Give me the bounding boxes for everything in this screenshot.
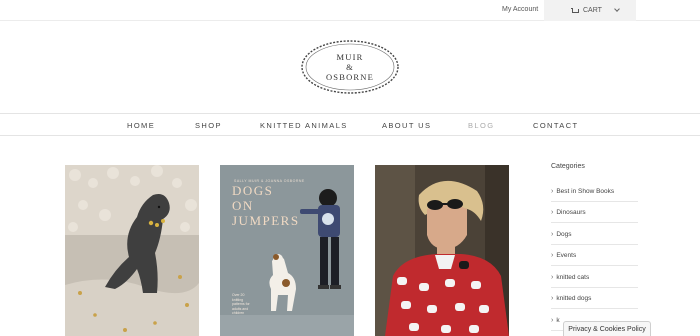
category-item[interactable]: › Best in Show Books: [551, 180, 638, 202]
dog-photo: [65, 165, 199, 336]
blog-post-image-jumper[interactable]: [375, 165, 509, 336]
nav-home[interactable]: HOME: [127, 121, 155, 130]
book-title-line-3: JUMPERS: [232, 213, 300, 228]
category-label: Events: [556, 252, 577, 260]
book-title-line-1: DOGS: [232, 183, 274, 198]
category-item[interactable]: › knitted cats: [551, 266, 638, 288]
categories-sidebar: Categories › Best in Show Books › Dinosaur…: [551, 163, 638, 331]
chevron-right-icon: ›: [551, 230, 554, 238]
cart-label: CART: [583, 7, 602, 14]
logo-text: MUIR & OSBORNE: [299, 52, 401, 82]
logo-line-1: MUIR: [336, 52, 364, 62]
chevron-down-icon: [614, 6, 620, 12]
logo-line-2: &: [346, 62, 354, 72]
nav-contact[interactable]: CONTACT: [533, 121, 579, 130]
sheep-jumper-photo: [375, 165, 509, 336]
cart-icon: [571, 7, 579, 14]
brand-logo[interactable]: MUIR & OSBORNE: [299, 38, 401, 96]
category-item[interactable]: › Dinosaurs: [551, 202, 638, 223]
chevron-right-icon: ›: [551, 252, 554, 260]
category-item[interactable]: › knitted dogs: [551, 288, 638, 309]
category-item[interactable]: › Events: [551, 245, 638, 266]
chevron-right-icon: ›: [551, 187, 554, 195]
book-subtitle: Over 20 knitting patterns for adults and…: [232, 293, 250, 315]
nav-knitted-animals[interactable]: KNITTED ANIMALS: [260, 121, 348, 130]
book-title-line-2: ON: [232, 198, 254, 213]
privacy-cookies-button[interactable]: Privacy & Cookies Policy: [563, 321, 651, 336]
categories-heading: Categories: [551, 163, 585, 170]
chevron-right-icon: ›: [551, 295, 554, 303]
category-label: Dogs: [556, 230, 572, 238]
category-label: knitted cats: [556, 273, 590, 281]
chevron-right-icon: ›: [551, 316, 554, 324]
category-label: Dinosaurs: [556, 209, 586, 217]
nav-blog[interactable]: BLOG: [468, 121, 494, 130]
book-title: DOGS ON JUMPERS: [232, 183, 300, 228]
blog-post-image-dog[interactable]: [65, 165, 199, 336]
category-label: k: [556, 316, 560, 324]
header-logo-area: MUIR & OSBORNE: [0, 21, 700, 114]
nav-shop[interactable]: SHOP: [195, 121, 222, 130]
chevron-right-icon: ›: [551, 273, 554, 281]
chevron-right-icon: ›: [551, 209, 554, 217]
category-item[interactable]: › Dogs: [551, 223, 638, 245]
logo-line-3: OSBORNE: [325, 72, 375, 82]
my-account-link[interactable]: My Account: [502, 6, 538, 13]
nav-about-us[interactable]: ABOUT US: [382, 121, 431, 130]
cart-button[interactable]: CART: [544, 0, 636, 21]
top-bar: My Account CART: [0, 0, 700, 21]
blog-post-image-book[interactable]: SALLY MUIR & JOANNA OSBORNE DOGS ON JUMP…: [220, 165, 354, 336]
category-label: knitted dogs: [556, 295, 592, 303]
main-nav: HOME SHOP KNITTED ANIMALS ABOUT US BLOG …: [0, 114, 700, 136]
category-label: Best in Show Books: [556, 187, 615, 195]
